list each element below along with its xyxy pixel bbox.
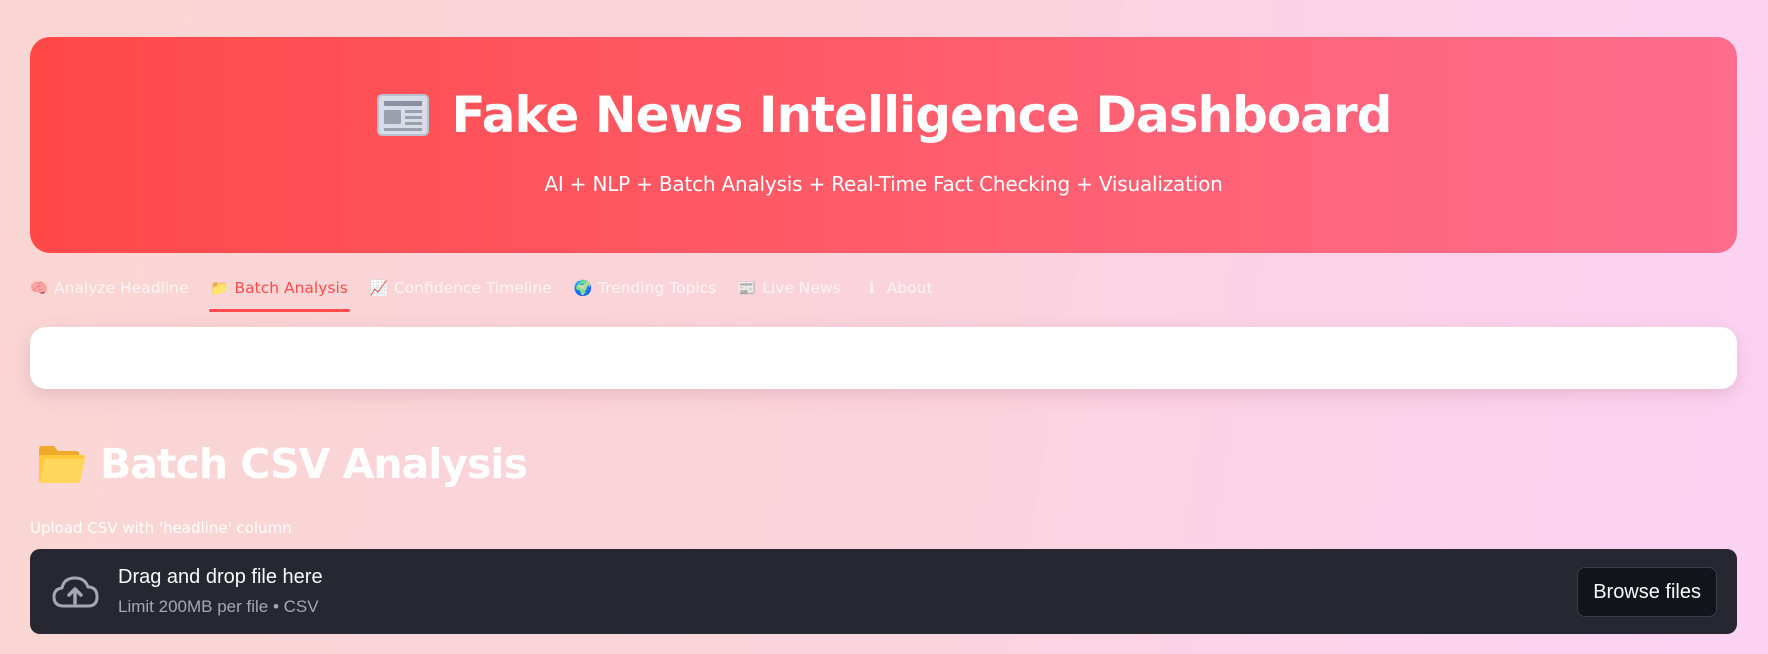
- tab-about[interactable]: ℹ About: [863, 268, 933, 308]
- newspaper-icon: [376, 94, 429, 136]
- upload-label: Upload CSV with 'headline' column: [30, 519, 292, 537]
- tab-label: Trending Topics: [597, 279, 717, 297]
- section-title: Batch CSV Analysis: [100, 440, 528, 488]
- newspaper-icon: 📰: [737, 279, 757, 297]
- open-folder-icon: [39, 446, 85, 483]
- section-header: Batch CSV Analysis: [36, 440, 528, 488]
- file-dropzone[interactable]: Drag and drop file here Limit 200MB per …: [30, 549, 1737, 634]
- header-banner: Fake News Intelligence Dashboard AI + NL…: [30, 37, 1737, 253]
- info-icon: ℹ: [868, 279, 875, 297]
- browse-files-button[interactable]: Browse files: [1577, 567, 1717, 617]
- content-card: [30, 327, 1737, 389]
- header-title-row: Fake News Intelligence Dashboard: [376, 86, 1392, 144]
- folder-icon: 📁: [210, 279, 229, 297]
- tab-label: Analyze Headline: [54, 279, 189, 297]
- tab-batch-analysis[interactable]: 📁 Batch Analysis: [208, 268, 351, 312]
- tab-label: Confidence Timeline: [393, 279, 552, 297]
- dropzone-instruction: Drag and drop file here: [118, 566, 323, 588]
- tab-label: About: [886, 279, 933, 297]
- tab-trending-topics[interactable]: 🌍 Trending Topics: [573, 268, 717, 308]
- dropzone-limit: Limit 200MB per file • CSV: [118, 597, 319, 616]
- tab-label: Live News: [762, 279, 841, 297]
- dropzone-text: Drag and drop file here Limit 200MB per …: [118, 566, 323, 617]
- page-subtitle: AI + NLP + Batch Analysis + Real-Time Fa…: [544, 172, 1223, 196]
- tab-bar: 🧠 Analyze Headline 📁 Batch Analysis 📈 Co…: [30, 268, 955, 312]
- cloud-upload-icon: [50, 572, 100, 612]
- globe-icon: 🌍: [573, 279, 593, 297]
- page-title: Fake News Intelligence Dashboard: [451, 86, 1393, 144]
- tab-confidence-timeline[interactable]: 📈 Confidence Timeline: [370, 268, 552, 308]
- tab-live-news[interactable]: 📰 Live News: [737, 268, 841, 308]
- brain-icon: 🧠: [29, 279, 49, 297]
- chart-increasing-icon: 📈: [369, 279, 389, 297]
- tab-label: Batch Analysis: [234, 279, 348, 297]
- tab-analyze-headline[interactable]: 🧠 Analyze Headline: [30, 268, 189, 308]
